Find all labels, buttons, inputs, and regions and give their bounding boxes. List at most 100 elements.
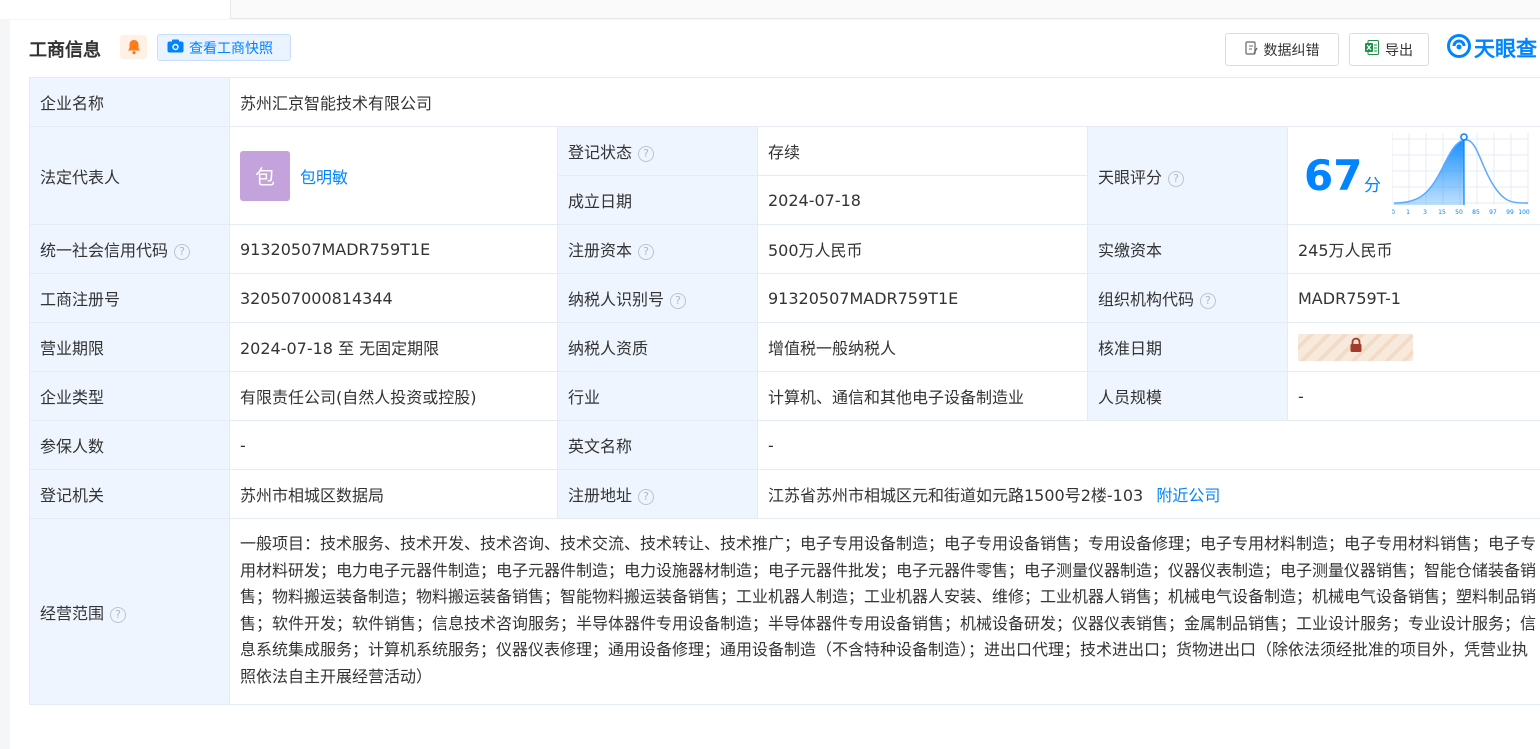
- taxpayer-qual-value: 增值税一般纳税人: [757, 322, 1088, 372]
- type-value: 有限责任公司(自然人投资或控股): [229, 371, 558, 421]
- type-label: 企业类型: [29, 371, 230, 421]
- score-value: 67: [1304, 151, 1363, 200]
- taxpayer-qual-label: 纳税人资质: [557, 322, 758, 372]
- reg-status-value: 存续: [757, 126, 1088, 176]
- table-row: 工商注册号 320507000814344 纳税人识别号? 91320507MA…: [29, 273, 1540, 323]
- industry-label: 行业: [557, 371, 758, 421]
- staff-size-value: -: [1286, 371, 1540, 421]
- credit-code-label: 统一社会信用代码: [40, 241, 169, 260]
- credit-code-label-cell: 统一社会信用代码?: [29, 224, 230, 274]
- scope-label: 经营范围: [40, 603, 105, 623]
- data-correction-button[interactable]: 数据纠错: [1225, 33, 1339, 66]
- table-row: 企业名称 苏州汇京智能技术有限公司: [29, 77, 1540, 127]
- help-icon[interactable]: ?: [638, 489, 655, 505]
- english-name-label: 英文名称: [557, 420, 758, 470]
- tianyan-score-label-cell: 天眼评分?: [1087, 126, 1288, 225]
- reg-capital-label: 注册资本: [568, 241, 633, 260]
- business-info-panel: 工商信息 查看工商快照 数据纠错 导出 天眼查 企业名称 苏州汇京智能技术有限公…: [10, 20, 1540, 749]
- lock-icon: [1349, 337, 1363, 357]
- address-value: 江苏省苏州市相城区元和街道如元路1500号2楼-103: [768, 486, 1144, 505]
- scope-value: 一般项目：技术服务、技术开发、技术咨询、技术交流、技术转让、技术推广；电子专用设…: [228, 518, 1540, 705]
- table-row: 参保人数 - 英文名称 -: [29, 420, 1540, 470]
- scope-label-cell: 经营范围?: [29, 518, 230, 705]
- paid-capital-label: 实缴资本: [1087, 224, 1288, 274]
- table-row: 登记机关 苏州市相城区数据局 注册地址? 江苏省苏州市相城区元和街道如元路150…: [29, 469, 1540, 519]
- approval-date-cell: [1286, 322, 1540, 372]
- axis-tick: 0: [1392, 209, 1395, 216]
- founded-value: 2024-07-18: [757, 175, 1088, 225]
- legal-rep-label: 法定代表人: [29, 126, 230, 225]
- score-distribution-chart: 0 1 3 15 50 85 97 99 100: [1392, 133, 1530, 216]
- table-row: 营业期限 2024-07-18 至 无固定期限 纳税人资质 增值税一般纳税人 核…: [29, 322, 1540, 372]
- help-icon[interactable]: ?: [638, 146, 655, 162]
- bell-icon[interactable]: [120, 35, 147, 59]
- tianyan-score-cell[interactable]: 67 分 0 1 3 15 50 85 97 99 100: [1286, 126, 1540, 225]
- export-button[interactable]: 导出: [1349, 33, 1429, 66]
- axis-tick: 85: [1472, 209, 1480, 216]
- table-row: 企业类型 有限责任公司(自然人投资或控股) 行业 计算机、通信和其他电子设备制造…: [29, 371, 1540, 421]
- help-icon[interactable]: ?: [670, 293, 687, 309]
- company-name-value: 苏州汇京智能技术有限公司: [228, 77, 1540, 127]
- tianyancha-logo-icon: [1447, 33, 1471, 63]
- top-tab[interactable]: [0, 0, 231, 19]
- org-code-label-cell: 组织机构代码?: [1087, 273, 1288, 323]
- taxpayer-id-value: 91320507MADR759T1E: [757, 273, 1088, 323]
- legal-rep-name-link[interactable]: 包明敏: [300, 164, 348, 188]
- axis-tick: 50: [1455, 209, 1463, 216]
- term-value: 2024-07-18 至 无固定期限: [229, 322, 558, 372]
- insured-label: 参保人数: [29, 420, 230, 470]
- axis-tick: 15: [1438, 209, 1446, 216]
- taxpayer-id-label-cell: 纳税人识别号?: [557, 273, 758, 323]
- logo-text: 天眼查: [1474, 37, 1537, 61]
- authority-label: 登记机关: [29, 469, 230, 519]
- table-row: 统一社会信用代码? 91320507MADR759T1E 注册资本? 500万人…: [29, 224, 1540, 274]
- legal-rep-cell: 包 包明敏: [229, 126, 558, 225]
- founded-label: 成立日期: [557, 175, 758, 225]
- address-label: 注册地址: [568, 486, 633, 505]
- axis-tick: 1: [1406, 209, 1410, 216]
- score-unit: 分: [1364, 176, 1381, 196]
- export-label: 导出: [1385, 42, 1413, 59]
- authority-value: 苏州市相城区数据局: [229, 469, 558, 519]
- reg-no-value: 320507000814344: [229, 273, 558, 323]
- term-label: 营业期限: [29, 322, 230, 372]
- edit-icon: [1244, 40, 1258, 59]
- reg-status-label: 登记状态: [568, 143, 633, 162]
- view-snapshot-label: 查看工商快照: [189, 40, 273, 57]
- org-code-value: MADR759T-1: [1286, 273, 1540, 323]
- reg-capital-label-cell: 注册资本?: [557, 224, 758, 274]
- credit-code-value: 91320507MADR759T1E: [229, 224, 558, 274]
- staff-size-label: 人员规模: [1087, 371, 1288, 421]
- approval-date-label: 核准日期: [1087, 322, 1288, 372]
- paid-capital-value: 245万人民币: [1286, 224, 1540, 274]
- help-icon[interactable]: ?: [638, 244, 655, 260]
- help-icon[interactable]: ?: [1168, 170, 1185, 187]
- avatar[interactable]: 包: [240, 150, 290, 201]
- section-header: 工商信息 查看工商快照 数据纠错 导出 天眼查: [10, 20, 1540, 78]
- help-icon[interactable]: ?: [1200, 293, 1217, 309]
- english-name-value: -: [756, 420, 1540, 470]
- business-info-table: 企业名称 苏州汇京智能技术有限公司 法定代表人 包 包明敏 登记状态? 存续 天…: [29, 77, 1540, 705]
- industry-value: 计算机、通信和其他电子设备制造业: [757, 371, 1088, 421]
- help-icon[interactable]: ?: [174, 244, 191, 260]
- data-correction-label: 数据纠错: [1263, 42, 1320, 59]
- address-label-cell: 注册地址?: [557, 469, 758, 519]
- nearby-companies-link[interactable]: 附近公司: [1156, 486, 1220, 505]
- tianyancha-logo: 天眼查: [1447, 33, 1537, 63]
- org-code-label: 组织机构代码: [1098, 290, 1195, 309]
- tianyan-score-label: 天眼评分: [1098, 167, 1163, 187]
- section-title: 工商信息: [29, 40, 101, 61]
- reg-no-label: 工商注册号: [29, 273, 230, 323]
- view-snapshot-button[interactable]: 查看工商快照: [157, 34, 291, 61]
- axis-tick: 99: [1506, 209, 1514, 216]
- locked-value[interactable]: [1298, 333, 1413, 361]
- table-row: 经营范围? 一般项目：技术服务、技术开发、技术咨询、技术交流、技术转让、技术推广…: [29, 518, 1540, 705]
- camera-icon: [167, 39, 184, 57]
- reg-status-label-cell: 登记状态?: [557, 126, 758, 176]
- axis-tick: 97: [1489, 209, 1497, 216]
- axis-tick: 100: [1518, 209, 1530, 216]
- help-icon[interactable]: ?: [110, 606, 127, 623]
- excel-icon: [1365, 40, 1379, 59]
- axis-tick: 3: [1423, 209, 1427, 216]
- table-row: 法定代表人 包 包明敏 登记状态? 存续 天眼评分? 67 分 0 1 3 15…: [29, 126, 1540, 225]
